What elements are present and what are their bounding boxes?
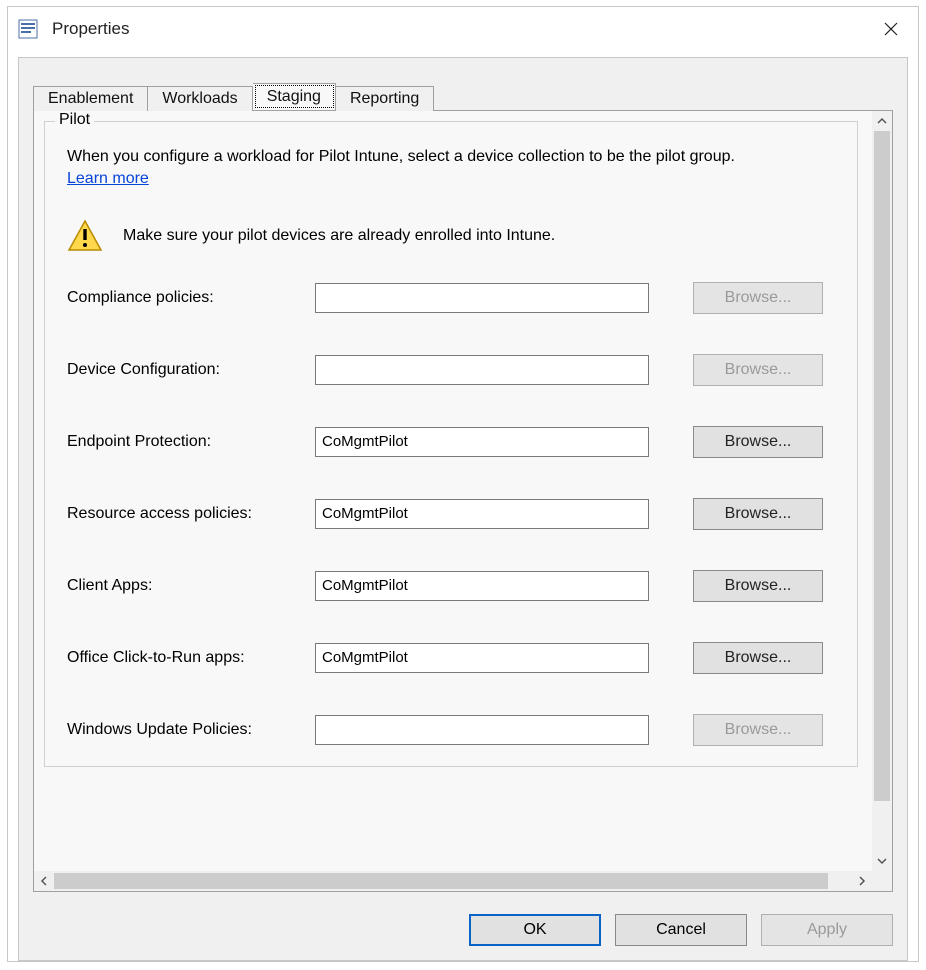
browse-compliance-policies[interactable]: Browse... xyxy=(693,282,823,314)
hscroll-track[interactable] xyxy=(54,871,852,891)
cancel-button[interactable]: Cancel xyxy=(615,914,747,946)
scroll-down-arrow-icon[interactable] xyxy=(872,851,892,871)
scroll-viewport: Pilot When you configure a workload for … xyxy=(34,111,892,891)
hscroll-thumb[interactable] xyxy=(54,873,828,889)
ok-button[interactable]: OK xyxy=(469,914,601,946)
label-device-configuration: Device Configuration: xyxy=(67,361,315,379)
row-resource-access-policies: Resource access policies: Browse... xyxy=(67,498,835,530)
scroll-corner xyxy=(872,871,892,891)
scroll-up-arrow-icon[interactable] xyxy=(872,111,892,131)
row-client-apps: Client Apps: Browse... xyxy=(67,570,835,602)
row-compliance-policies: Compliance policies: Browse... xyxy=(67,282,835,314)
close-icon xyxy=(884,22,898,36)
row-office-c2r-apps: Office Click-to-Run apps: Browse... xyxy=(67,642,835,674)
browse-resource-access-policies[interactable]: Browse... xyxy=(693,498,823,530)
horizontal-scrollbar[interactable] xyxy=(34,871,872,891)
browse-office-c2r-apps[interactable]: Browse... xyxy=(693,642,823,674)
browse-client-apps[interactable]: Browse... xyxy=(693,570,823,602)
label-client-apps: Client Apps: xyxy=(67,577,315,595)
app-icon xyxy=(18,19,38,39)
vscroll-thumb[interactable] xyxy=(874,131,890,801)
input-endpoint-protection[interactable] xyxy=(315,427,649,457)
label-endpoint-protection: Endpoint Protection: xyxy=(67,433,315,451)
client-area: Enablement Workloads Staging Reporting P… xyxy=(18,57,908,961)
pilot-group: Pilot When you configure a workload for … xyxy=(44,121,858,767)
label-compliance-policies: Compliance policies: xyxy=(67,289,315,307)
window-title: Properties xyxy=(52,19,870,39)
browse-endpoint-protection[interactable]: Browse... xyxy=(693,426,823,458)
title-bar: Properties xyxy=(8,7,918,51)
pilot-description: When you configure a workload for Pilot … xyxy=(67,146,835,168)
dialog-button-row: OK Cancel Apply xyxy=(19,902,907,960)
row-device-configuration: Device Configuration: Browse... xyxy=(67,354,835,386)
content-panel: Pilot When you configure a workload for … xyxy=(34,111,872,871)
warning-text: Make sure your pilot devices are already… xyxy=(123,227,555,245)
tab-staging[interactable]: Staging xyxy=(253,83,336,110)
input-compliance-policies[interactable] xyxy=(315,283,649,313)
row-windows-update-policies: Windows Update Policies: Browse... xyxy=(67,714,835,746)
warning-row: Make sure your pilot devices are already… xyxy=(67,218,835,254)
tab-enablement[interactable]: Enablement xyxy=(33,86,148,111)
row-endpoint-protection: Endpoint Protection: Browse... xyxy=(67,426,835,458)
apply-button[interactable]: Apply xyxy=(761,914,893,946)
browse-windows-update-policies[interactable]: Browse... xyxy=(693,714,823,746)
properties-dialog: Properties Enablement Workloads Staging … xyxy=(7,6,919,962)
pilot-group-title: Pilot xyxy=(55,111,94,129)
vertical-scrollbar[interactable] xyxy=(872,111,892,871)
scroll-left-arrow-icon[interactable] xyxy=(34,871,54,891)
label-office-c2r-apps: Office Click-to-Run apps: xyxy=(67,649,315,667)
tab-bar: Enablement Workloads Staging Reporting xyxy=(33,80,907,110)
tab-page-staging: Pilot When you configure a workload for … xyxy=(33,110,893,892)
tab-workloads[interactable]: Workloads xyxy=(148,86,252,111)
input-office-c2r-apps[interactable] xyxy=(315,643,649,673)
vscroll-track[interactable] xyxy=(872,131,892,851)
scroll-right-arrow-icon[interactable] xyxy=(852,871,872,891)
label-resource-access-policies: Resource access policies: xyxy=(67,505,315,523)
browse-device-configuration[interactable]: Browse... xyxy=(693,354,823,386)
input-device-configuration[interactable] xyxy=(315,355,649,385)
tab-reporting[interactable]: Reporting xyxy=(336,86,434,111)
close-button[interactable] xyxy=(870,11,912,47)
learn-more-link[interactable]: Learn more xyxy=(67,170,149,188)
input-windows-update-policies[interactable] xyxy=(315,715,649,745)
input-client-apps[interactable] xyxy=(315,571,649,601)
input-resource-access-policies[interactable] xyxy=(315,499,649,529)
warning-icon xyxy=(67,218,103,254)
label-windows-update-policies: Windows Update Policies: xyxy=(67,721,315,739)
